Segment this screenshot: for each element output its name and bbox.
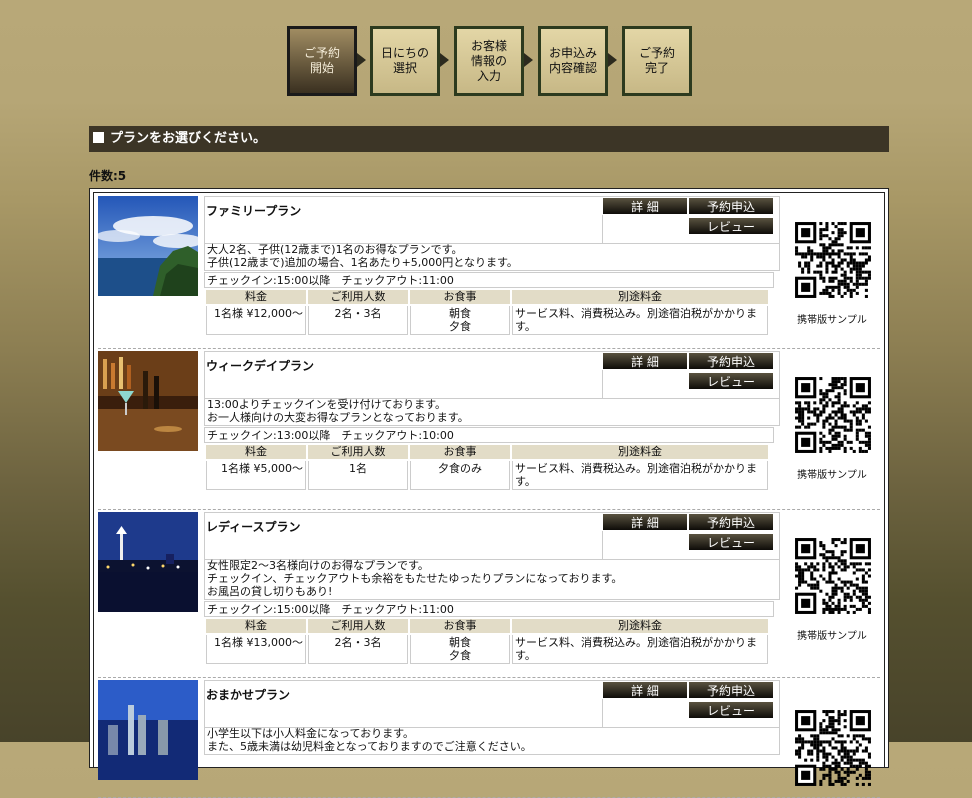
plan-list-inner: ファミリープラン詳 細予約申込 レビュー 大人2名、子供(12歳まで)1名のお得なプ… <box>93 192 885 798</box>
square-bullet-icon <box>93 132 104 143</box>
plan-name: ウィークデイプラン <box>206 359 315 373</box>
mobile-sample-label: 携帯版サンプル <box>797 631 867 642</box>
step-arrow-icon <box>440 53 449 67</box>
meal-item: 夕食のみ <box>438 462 482 475</box>
cell-extra: サービス料、消費税込み。別途宿泊税がかかります。 <box>512 461 768 490</box>
reserve-button[interactable]: 予約申込 <box>688 352 774 370</box>
plan-list: ファミリープラン詳 細予約申込 レビュー 大人2名、子供(12歳まで)1名のお得なプ… <box>89 188 889 798</box>
qr-code-icon <box>792 374 874 456</box>
review-button[interactable]: レビュー <box>688 701 774 719</box>
review-button[interactable]: レビュー <box>688 372 774 390</box>
plan-description-line: お風呂の貸し切りもあり! <box>207 585 333 598</box>
col-header-meal: お食事 <box>410 445 510 459</box>
cell-meal: 夕食のみ <box>410 461 510 490</box>
reserve-button[interactable]: 予約申込 <box>688 197 774 215</box>
col-header-meal: お食事 <box>410 290 510 304</box>
step-label: ご予約 完了 <box>638 46 675 75</box>
result-count: 件数:5 <box>89 169 127 183</box>
step-date: 日にちの 選択 <box>370 26 440 96</box>
plan-description-line: 大人2名、子供(12歳まで)1名のお得なプランです。 <box>207 243 463 256</box>
plan-description-line: 小学生以下は小人料金になっております。 <box>207 727 415 740</box>
checkin-info: チェックイン:15:00以降 チェックアウト:11:00 <box>204 272 774 288</box>
col-header-people: ご利用人数 <box>308 445 408 459</box>
col-header-people: ご利用人数 <box>308 290 408 304</box>
plan-item: ウィークデイプラン 詳 細予約申込レビュー 13:00よりチェックインを受け付けてお… <box>98 348 880 510</box>
step-arrow-icon <box>608 53 617 67</box>
cell-meal: 朝食 夕食 <box>410 306 510 335</box>
plan-photo-night-harbor <box>98 512 198 612</box>
meal-item: 朝食 <box>449 636 471 649</box>
detail-button[interactable]: 詳 細 <box>602 197 688 215</box>
plan-name: おまかせプラン <box>206 688 291 702</box>
meal-item: 夕食 <box>449 649 471 662</box>
plan-photo-bar-cocktail <box>98 351 198 451</box>
col-header-extra: 別途料金 <box>512 619 768 633</box>
qr-code-icon <box>792 535 874 617</box>
cell-price: 1名様 ¥12,000〜 <box>206 306 306 335</box>
plan-description-line: 13:00よりチェックインを受け付けております。 <box>207 398 447 411</box>
plan-item: おまかせプラン 詳 細予約申込レビュー小学生以下は小人料金になっております。 また、… <box>98 677 880 798</box>
step-arrow-icon <box>524 53 533 67</box>
step-complete: ご予約 完了 <box>622 26 692 96</box>
qr-code-icon <box>792 707 874 789</box>
plan-description-line: チェックイン、チェックアウトも余裕をもたせたゆったりプランになっております。 <box>207 572 623 585</box>
section-title: プランをお選びください。 <box>89 126 889 152</box>
qr-code-icon <box>792 219 874 301</box>
step-label: お申込み 内容確認 <box>548 46 597 75</box>
plan-photo-ocean-coast <box>98 196 198 296</box>
step-label: ご予約 開始 <box>303 46 340 75</box>
plan-description-line: 女性限定2〜3名様向けのお得なプランです。 <box>207 559 429 572</box>
col-header-extra: 別途料金 <box>512 445 768 459</box>
cell-people: 2名・3名 <box>308 635 408 664</box>
plan-description-line: 子供(12歳まで)追加の場合、1名あたり+5,000円となります。 <box>207 256 518 269</box>
col-header-people: ご利用人数 <box>308 619 408 633</box>
checkin-info: チェックイン:13:00以降 チェックアウト:10:00 <box>204 427 774 443</box>
plan-info-table: 料金 ご利用人数 お食事 別途料金 1名様 ¥5,000〜 1名 夕食のみ サー… <box>204 443 770 492</box>
cell-price: 1名様 ¥5,000〜 <box>206 461 306 490</box>
mobile-sample-label: 携帯版サンプル <box>797 315 867 326</box>
plan-info-table: 料金 ご利用人数 お食事 別途料金 1名様 ¥12,000〜 2名・3名 朝食夕… <box>204 288 770 337</box>
cell-people: 1名 <box>308 461 408 490</box>
reserve-button[interactable]: 予約申込 <box>688 681 774 699</box>
plan-description: 小学生以下は小人料金になっております。 また、5歳未満は幼児料金となっておりますの… <box>204 726 780 755</box>
reserve-button[interactable]: 予約申込 <box>688 513 774 531</box>
col-header-meal: お食事 <box>410 619 510 633</box>
cell-extra: サービス料、消費税込み。別途宿泊税がかかります。 <box>512 635 768 664</box>
cell-extra: サービス料、消費税込み。別途宿泊税がかかります。 <box>512 306 768 335</box>
plan-item: ファミリープラン 詳 細予約申込レビュー大人2名、子供(12歳まで)1名のお得なプ… <box>98 193 880 349</box>
col-header-price: 料金 <box>206 619 306 633</box>
step-label: お客様 情報の 入力 <box>470 38 507 83</box>
plan-name: ファミリープラン <box>206 204 302 218</box>
review-button[interactable]: レビュー <box>688 217 774 235</box>
detail-button[interactable]: 詳 細 <box>602 352 688 370</box>
detail-button[interactable]: 詳 細 <box>602 513 688 531</box>
detail-button[interactable]: 詳 細 <box>602 681 688 699</box>
mobile-sample-label: 携帯版サンプル <box>797 470 867 481</box>
meal-item: 夕食 <box>449 320 471 333</box>
plan-item: レディースプラン 詳 細予約申込レビュー女性限定2〜3名様向けのお得なプランです。… <box>98 509 880 678</box>
col-header-extra: 別途料金 <box>512 290 768 304</box>
plan-description: 女性限定2〜3名様向けのお得なプランです。 チェックイン、チェックアウトも余裕をも… <box>204 558 780 600</box>
step-customer-info: お客様 情報の 入力 <box>454 26 524 96</box>
plan-photo-night-city <box>98 680 198 780</box>
plan-info-table: 料金 ご利用人数 お食事 別途料金 1名様 ¥13,000〜 2名・3名 朝食夕… <box>204 617 770 666</box>
plan-name: レディースプラン <box>206 520 301 534</box>
cell-people: 2名・3名 <box>308 306 408 335</box>
checkin-info: チェックイン:15:00以降 チェックアウト:11:00 <box>204 601 774 617</box>
step-start: ご予約 開始 <box>287 26 357 96</box>
col-header-price: 料金 <box>206 290 306 304</box>
step-label: 日にちの 選択 <box>380 46 429 75</box>
meal-item: 朝食 <box>449 307 471 320</box>
cell-price: 1名様 ¥13,000〜 <box>206 635 306 664</box>
section-title-text: プランをお選びください。 <box>110 131 267 146</box>
step-arrow-icon <box>357 53 366 67</box>
review-button[interactable]: レビュー <box>688 533 774 551</box>
step-confirm: お申込み 内容確認 <box>538 26 608 96</box>
cell-meal: 朝食 夕食 <box>410 635 510 664</box>
plan-description-line: お一人様向けの大変お得なプランとなっております。 <box>207 411 469 424</box>
plan-description: 13:00よりチェックインを受け付けております。 お一人様向けの大変お得なプランと… <box>204 397 780 426</box>
col-header-price: 料金 <box>206 445 306 459</box>
plan-description: 大人2名、子供(12歳まで)1名のお得なプランです。 子供(12歳まで)追加の場合… <box>204 242 780 271</box>
